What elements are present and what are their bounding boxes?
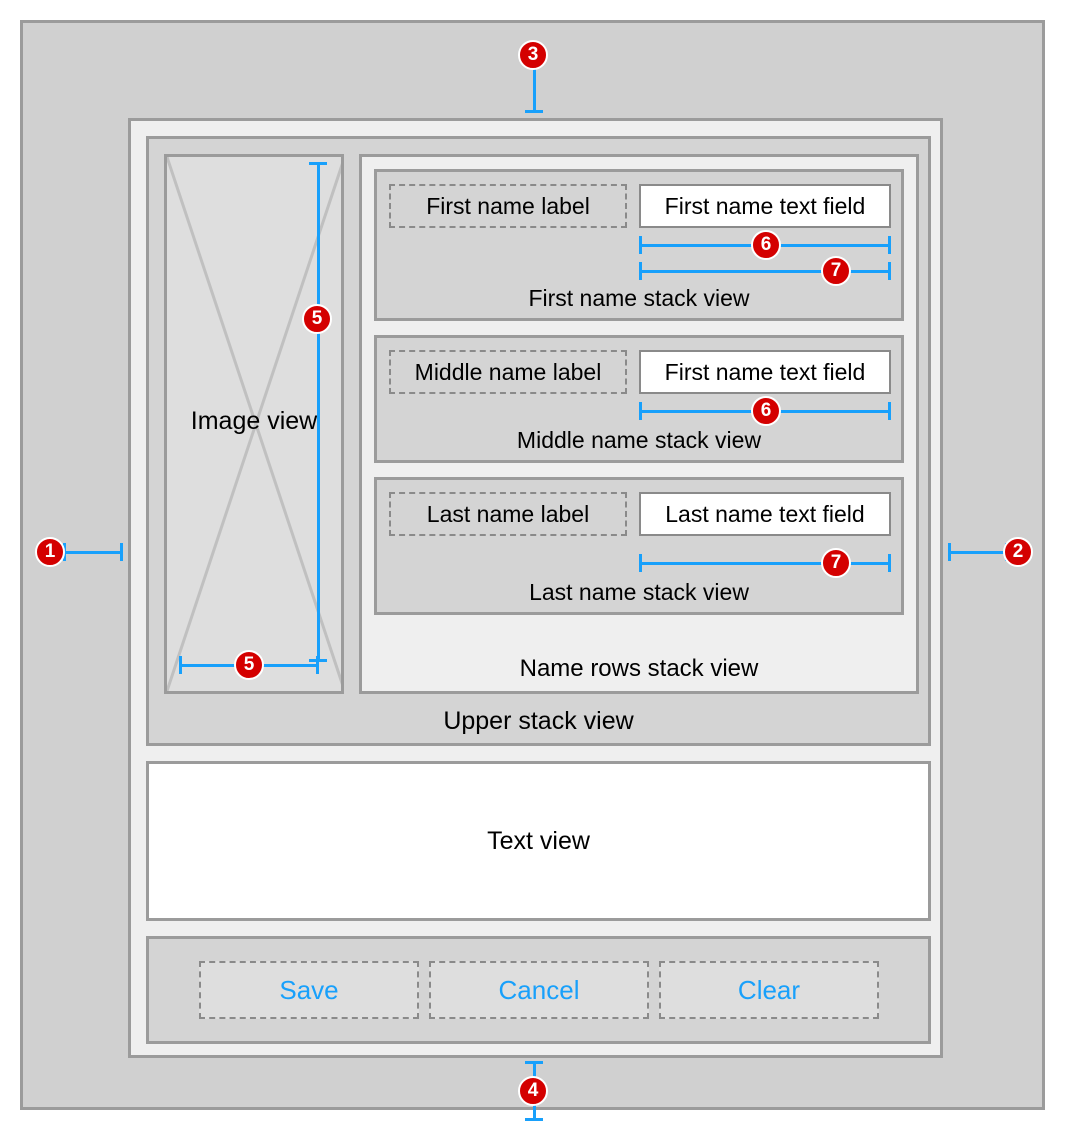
middle-name-text-field[interactable]: First name text field [639,350,891,394]
marker-7a: 7 [821,256,851,286]
save-button[interactable]: Save [199,961,419,1019]
last-name-text-field[interactable]: Last name text field [639,492,891,536]
marker-6a: 6 [751,230,781,260]
first-name-label: First name label [389,184,627,228]
marker-1: 1 [35,537,65,567]
superview: 3 1 2 4 Image view 5 5 [20,20,1045,1110]
first-name-caption: First name stack view [377,285,901,312]
last-name-caption: Last name stack view [377,579,901,606]
constraint-bar-7b [639,562,891,565]
marker-3: 3 [518,40,548,70]
text-view[interactable]: Text view [146,761,931,921]
cancel-button[interactable]: Cancel [429,961,649,1019]
first-name-stack-view: First name label First name text field 6… [374,169,904,321]
marker-7b: 7 [821,548,851,578]
middle-name-label: Middle name label [389,350,627,394]
upper-stack-caption: Upper stack view [149,707,928,736]
image-view-label: Image view [167,407,341,436]
marker-6b: 6 [751,396,781,426]
root-stack-view: Image view 5 5 First name label First na… [128,118,943,1058]
marker-4: 4 [518,1076,548,1106]
middle-name-stack-view: Middle name label First name text field … [374,335,904,463]
last-name-label: Last name label [389,492,627,536]
marker-5b: 5 [234,650,264,680]
marker-5a: 5 [302,304,332,334]
button-stack-view: Save Cancel Clear [146,936,931,1044]
constraint-bar-7a [639,270,891,273]
name-rows-caption: Name rows stack view [362,655,916,683]
diagram-canvas: 3 1 2 4 Image view 5 5 [0,0,1065,1131]
constraint-bar-2 [948,551,1008,554]
constraint-bar-1 [63,551,123,554]
marker-2: 2 [1003,537,1033,567]
first-name-text-field[interactable]: First name text field [639,184,891,228]
upper-stack-view: Image view 5 5 First name label First na… [146,136,931,746]
clear-button[interactable]: Clear [659,961,879,1019]
middle-name-caption: Middle name stack view [377,427,901,454]
name-rows-stack-view: First name label First name text field 6… [359,154,919,694]
constraint-bar-5v [317,162,320,662]
last-name-stack-view: Last name label Last name text field 7 L… [374,477,904,615]
